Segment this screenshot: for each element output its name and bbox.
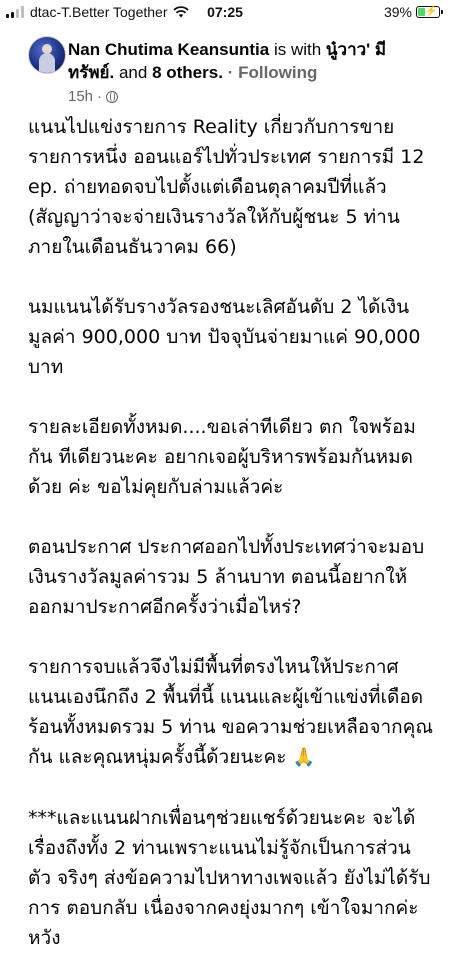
battery-icon: ⚡ <box>416 6 443 18</box>
post-paragraph-4: ตอนประกาศ ประกาศออกไปทั้งประเทศว่าจะมอบ … <box>28 536 425 618</box>
post-body: แนนไปแข่งรายการ Reality เกี่ยวกับการขาย … <box>28 112 433 953</box>
author-name-link[interactable]: Nan Chutima Keansuntia <box>68 40 269 59</box>
others-link[interactable]: 8 others. <box>152 63 223 82</box>
battery-percent: 39% <box>383 4 412 20</box>
status-right: 39% ⚡ <box>383 4 443 20</box>
author-avatar[interactable] <box>28 36 66 74</box>
post-paragraph-2: นมแนนได้รับรางวัลรองชนะเลิศอันดับ 2 ได้เ… <box>28 296 421 378</box>
charging-bolt-icon: ⚡ <box>425 6 438 17</box>
status-bar: dtac-T.Better Together 07:25 39% ⚡ <box>0 0 450 24</box>
and-text: and <box>118 63 148 82</box>
separator-dot: · <box>227 63 234 82</box>
post-paragraph-5: รายการจบแล้วจึงไม่มีพื้นที่ตรงไหนให้ประก… <box>28 652 433 773</box>
post-timestamp[interactable]: 15h <box>68 88 93 105</box>
post-header: Nan Chutima Keansuntia is with นู๋วาว' ม… <box>28 36 448 106</box>
post-meta: 15h · <box>68 88 119 105</box>
post-paragraph-5-text: รายการจบแล้วจึงไม่มีพื้นที่ตรงไหนให้ประก… <box>28 656 433 768</box>
battery-level-fill <box>418 8 425 16</box>
clock: 07:25 <box>207 4 243 20</box>
post-paragraph-3: รายละเอียดทั้งหมด....ขอเล่าทีเดียว ตก ใจ… <box>28 416 416 498</box>
post-paragraph-1: แนนไปแข่งรายการ Reality เกี่ยวกับการขาย … <box>28 116 425 258</box>
with-text: is with <box>273 40 322 59</box>
globe-icon <box>106 90 119 103</box>
praying-hands-emoji: 🙏 <box>292 747 315 768</box>
following-button[interactable]: Following <box>238 63 317 82</box>
post-paragraph-6: ***และแนนฝากเพื่อนๆช่วยแชร์ด้วยนะคะ จะได… <box>28 807 431 949</box>
meta-dot: · <box>97 88 103 105</box>
post-header-text: Nan Chutima Keansuntia is with นู๋วาว' ม… <box>68 38 428 84</box>
avatar-body <box>39 53 55 73</box>
